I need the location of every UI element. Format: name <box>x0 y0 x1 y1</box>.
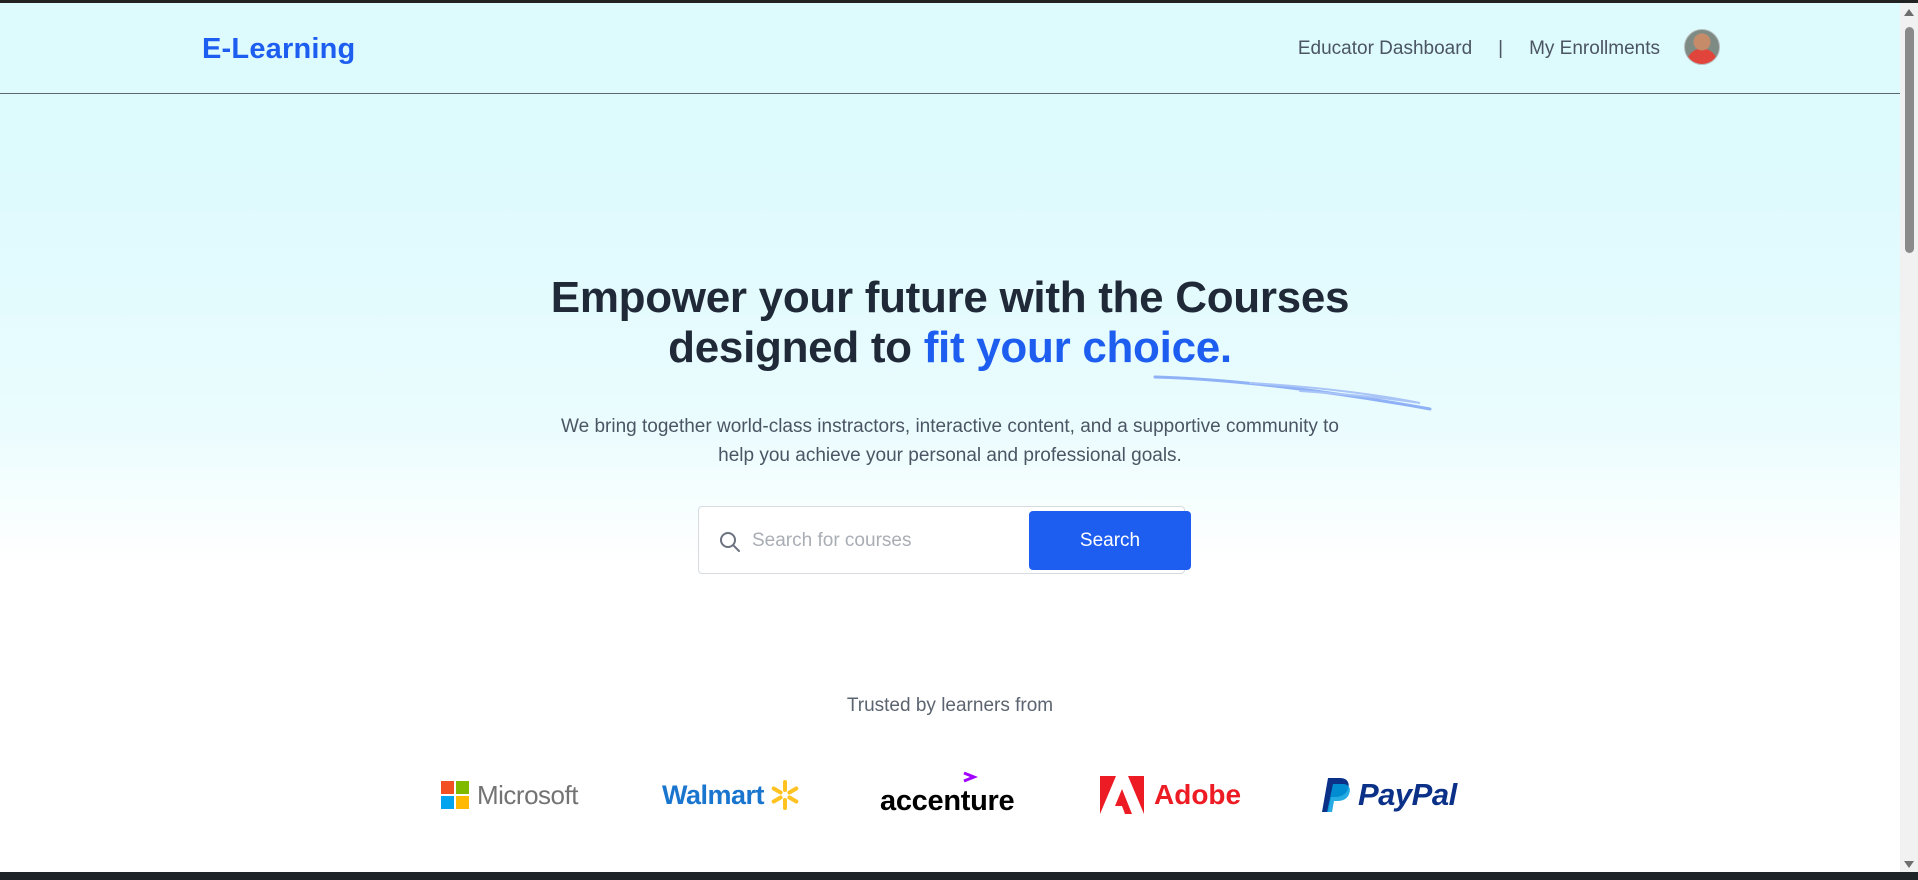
adobe-a-icon <box>1100 776 1144 814</box>
hero-title: Empower your future with the Courses des… <box>0 273 1900 373</box>
hero-subtitle-line2: help you achieve your personal and profe… <box>718 445 1182 466</box>
microsoft-logo-text: Microsoft <box>477 779 578 810</box>
scroll-down-arrow-icon[interactable] <box>1904 861 1914 868</box>
scrollbar-thumb[interactable] <box>1905 27 1914 253</box>
walmart-logo: Walmart <box>662 774 802 816</box>
accenture-chevron-icon <box>963 771 978 783</box>
walmart-spark-icon <box>771 780 799 810</box>
page-viewport: E-Learning Educator Dashboard | My Enrol… <box>0 3 1900 872</box>
underline-squiggle-icon <box>1153 375 1432 411</box>
vertical-scrollbar[interactable] <box>1900 3 1918 872</box>
nav-educator-dashboard[interactable]: Educator Dashboard <box>1298 38 1472 60</box>
taskbar-edge <box>0 872 1918 880</box>
microsoft-squares-icon <box>441 781 469 809</box>
hero-subtitle: We bring together world-class instractor… <box>525 412 1375 470</box>
accenture-logo: accenture <box>880 771 1015 817</box>
nav-links: Educator Dashboard | My Enrollments <box>1298 29 1720 65</box>
trusted-heading: Trusted by learners from <box>846 695 1054 716</box>
nav-separator: | <box>1498 38 1504 59</box>
search-button[interactable]: Search <box>1029 511 1191 570</box>
paypal-p-icon <box>1322 778 1350 812</box>
search-input[interactable] <box>752 521 1002 561</box>
hero-title-line1: Empower your future with the Courses <box>550 273 1350 322</box>
adobe-logo-text: Adobe <box>1154 779 1242 810</box>
hero-subtitle-line1: We bring together world-class instractor… <box>561 416 1339 437</box>
paypal-logo-text: PayPal <box>1358 777 1457 812</box>
site-logo[interactable]: E-Learning <box>202 33 355 66</box>
user-avatar[interactable] <box>1684 29 1720 65</box>
search-bar: Search <box>698 506 1191 574</box>
navbar: E-Learning Educator Dashboard | My Enrol… <box>0 3 1900 94</box>
nav-my-enrollments[interactable]: My Enrollments <box>1529 38 1660 60</box>
search-icon <box>720 532 740 552</box>
walmart-logo-text: Walmart <box>662 779 765 810</box>
paypal-logo: PayPal <box>1320 774 1457 816</box>
microsoft-logo: Microsoft <box>441 774 578 816</box>
accenture-logo-text: accenture <box>880 784 1015 817</box>
scroll-up-arrow-icon[interactable] <box>1904 9 1914 16</box>
hero-title-line2: designed to <box>668 323 924 372</box>
adobe-logo: Adobe <box>1100 774 1241 816</box>
